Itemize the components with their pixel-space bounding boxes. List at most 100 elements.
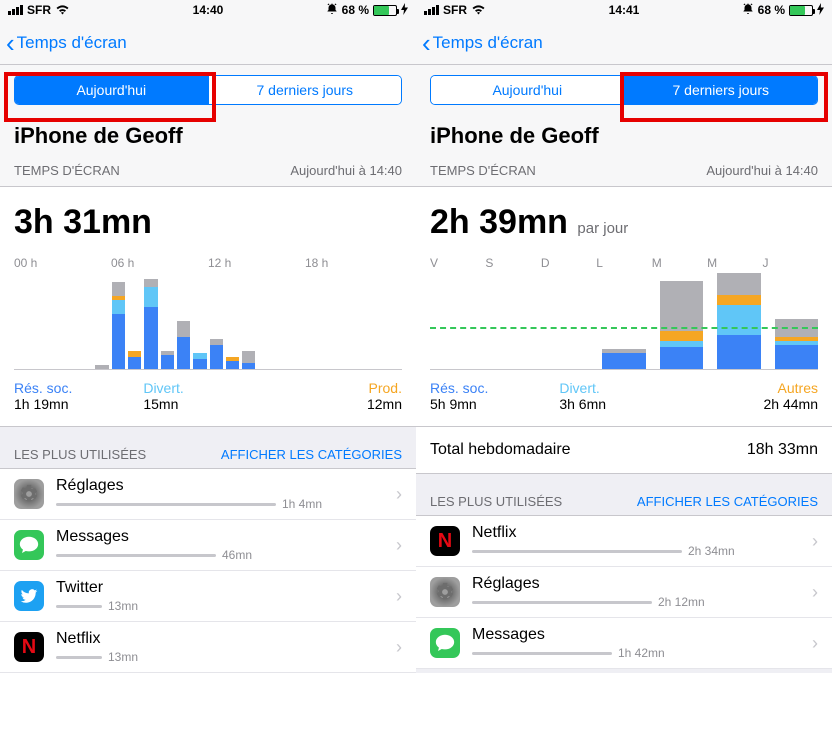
usage-bar	[472, 652, 612, 655]
tab-week[interactable]: 7 derniers jours	[624, 76, 818, 104]
total-time: 3h 31mn	[0, 187, 416, 246]
chevron-right-icon: ›	[396, 535, 402, 556]
axis-label: M	[652, 256, 707, 270]
chart-bar	[161, 351, 174, 369]
back-button[interactable]: ‹ Temps d'écran	[422, 30, 543, 56]
twitter-icon	[14, 581, 44, 611]
nav-header: ‹ Temps d'écran	[416, 20, 832, 65]
app-name: Twitter	[56, 579, 396, 597]
chart-bar	[242, 351, 255, 369]
settings-icon	[14, 479, 44, 509]
section-label: TEMPS D'ÉCRAN	[430, 163, 536, 178]
usage-bar	[472, 601, 652, 604]
segmented-control: Aujourd'hui 7 derniers jours	[430, 75, 818, 105]
tab-today[interactable]: Aujourd'hui	[15, 76, 208, 104]
app-name: Messages	[56, 528, 396, 546]
segmented-control: Aujourd'hui 7 derniers jours	[14, 75, 402, 105]
device-title: iPhone de Geoff	[416, 119, 832, 163]
status-bar: SFR 14:41 68 %	[416, 0, 832, 20]
app-duration: 46mn	[222, 548, 252, 562]
chart-bar	[660, 281, 703, 369]
chevron-left-icon: ‹	[6, 30, 15, 56]
axis-label: M	[707, 256, 762, 270]
screen-week: SFR 14:41 68 % ‹ Temps d'écran Aujourd'h…	[416, 0, 832, 673]
app-duration: 2h 12mn	[658, 595, 705, 609]
back-label: Temps d'écran	[433, 33, 543, 53]
chevron-right-icon: ›	[812, 531, 818, 552]
app-duration: 1h 4mn	[282, 497, 322, 511]
legend-prod: Prod.12mn	[273, 380, 402, 412]
usage-card: 3h 31mn 00 h06 h12 h18 h Rés. soc.1h 19m…	[0, 186, 416, 427]
legend-soc: Rés. soc.1h 19mn	[14, 380, 143, 412]
chevron-right-icon: ›	[396, 637, 402, 658]
axis-label: 06 h	[111, 256, 208, 270]
show-categories-link[interactable]: AFFICHER LES CATÉGORIES	[221, 447, 402, 462]
chart-legend: Rés. soc.5h 9mnDivert.3h 6mnAutres2h 44m…	[416, 370, 832, 426]
chevron-left-icon: ‹	[422, 30, 431, 56]
chevron-right-icon: ›	[396, 586, 402, 607]
total-time: 2h 39mn par jour	[416, 187, 832, 246]
legend-div: Divert.3h 6mn	[559, 380, 688, 412]
back-button[interactable]: ‹ Temps d'écran	[6, 30, 127, 56]
axis-label: 12 h	[208, 256, 305, 270]
chart-bar	[95, 365, 108, 369]
chart-bar	[177, 321, 190, 369]
battery-icon	[789, 5, 813, 16]
app-row-twitter[interactable]: Twitter 13mn ›	[0, 571, 416, 622]
chart-bar	[112, 282, 125, 369]
chart-bar	[210, 339, 223, 369]
axis-label: 18 h	[305, 256, 402, 270]
chart-bar	[602, 349, 645, 369]
app-duration: 13mn	[108, 650, 138, 664]
legend-div: Divert.15mn	[143, 380, 272, 412]
weekly-total-row: Total hebdomadaire 18h 33mn	[416, 426, 832, 473]
axis-label: S	[485, 256, 540, 270]
show-categories-link[interactable]: AFFICHER LES CATÉGORIES	[637, 494, 818, 509]
axis-label: L	[596, 256, 651, 270]
chevron-right-icon: ›	[812, 582, 818, 603]
clock: 14:41	[416, 3, 832, 17]
most-used-title: LES PLUS UTILISÉES	[430, 494, 562, 509]
settings-icon	[430, 577, 460, 607]
daily-chart[interactable]: VSDLMMJ	[430, 252, 818, 370]
app-row-netflix[interactable]: NNetflix2h 34mn›	[416, 515, 832, 567]
back-label: Temps d'écran	[17, 33, 127, 53]
battery-icon	[373, 5, 397, 16]
screen-today: SFR 14:40 68 % ‹ Temps d'écran Aujourd'h…	[0, 0, 416, 673]
app-row-netflix[interactable]: N Netflix 13mn ›	[0, 622, 416, 673]
clock: 14:40	[0, 3, 416, 17]
tab-today[interactable]: Aujourd'hui	[431, 76, 624, 104]
axis-label: V	[430, 256, 485, 270]
chart-bar	[193, 353, 206, 369]
app-row-messages[interactable]: Messages 46mn ›	[0, 520, 416, 571]
nav-header: ‹ Temps d'écran	[0, 20, 416, 65]
axis-label: 00 h	[14, 256, 111, 270]
messages-icon	[430, 628, 460, 658]
netflix-icon: N	[430, 526, 460, 556]
usage-card: 2h 39mn par jour VSDLMMJ Rés. soc.5h 9mn…	[416, 186, 832, 474]
status-bar: SFR 14:40 68 %	[0, 0, 416, 20]
hourly-chart[interactable]: 00 h06 h12 h18 h	[14, 252, 402, 370]
app-name: Netflix	[56, 630, 396, 648]
tab-week[interactable]: 7 derniers jours	[208, 76, 402, 104]
netflix-icon: N	[14, 632, 44, 662]
axis-label: J	[763, 256, 818, 270]
section-label: TEMPS D'ÉCRAN	[14, 163, 120, 178]
legend-autres: Autres2h 44mn	[689, 380, 818, 412]
app-duration: 2h 34mn	[688, 544, 735, 558]
app-row-settings[interactable]: Réglages2h 12mn›	[416, 567, 832, 618]
chart-legend: Rés. soc.1h 19mnDivert.15mnProd.12mn	[0, 370, 416, 426]
chevron-right-icon: ›	[812, 633, 818, 654]
most-used-title: LES PLUS UTILISÉES	[14, 447, 146, 462]
usage-bar	[56, 656, 102, 659]
chevron-right-icon: ›	[396, 484, 402, 505]
usage-bar	[56, 554, 216, 557]
chart-bar	[128, 351, 141, 369]
app-row-messages[interactable]: Messages1h 42mn›	[416, 618, 832, 669]
app-duration: 13mn	[108, 599, 138, 613]
messages-icon	[14, 530, 44, 560]
usage-bar	[472, 550, 682, 553]
app-row-settings[interactable]: Réglages1h 4mn›	[0, 468, 416, 520]
chart-bar	[717, 273, 760, 369]
device-title: iPhone de Geoff	[0, 119, 416, 163]
